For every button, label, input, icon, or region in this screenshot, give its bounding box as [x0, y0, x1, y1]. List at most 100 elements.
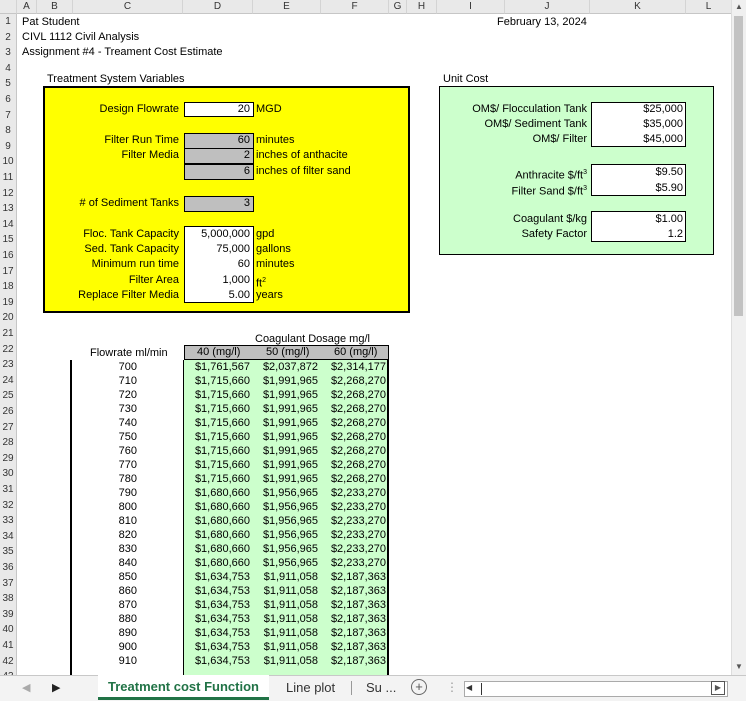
row-header[interactable]: 34 — [0, 528, 17, 545]
cost-60-cell[interactable]: $2,268,270 — [320, 444, 386, 458]
prev-sheet-icon[interactable]: ◀ — [22, 681, 30, 694]
row-header[interactable]: 16 — [0, 248, 17, 264]
cost-40-cell[interactable]: $1,680,660 — [184, 514, 250, 528]
row-header[interactable]: 33 — [0, 513, 17, 529]
cost-60-cell[interactable]: $2,314,177 — [320, 360, 386, 374]
row-header[interactable]: 40 — [0, 622, 17, 638]
row-header[interactable]: 37 — [0, 575, 17, 592]
flowrate-cell[interactable]: 870 — [72, 598, 137, 612]
row-header[interactable]: 18 — [0, 279, 17, 295]
scroll-left-icon[interactable]: ◀ — [466, 683, 472, 692]
row-header[interactable]: 21 — [0, 326, 17, 342]
col-header-k[interactable]: K — [590, 0, 686, 14]
floc-capacity-value[interactable]: 5,000,000 — [184, 227, 250, 242]
cost-60-cell[interactable]: $2,268,270 — [320, 388, 386, 402]
row-header[interactable]: 41 — [0, 638, 17, 654]
flowrate-cell[interactable]: 910 — [72, 654, 137, 668]
cost-60-cell[interactable]: $2,187,363 — [320, 584, 386, 598]
row-header[interactable]: 1 — [0, 14, 17, 30]
cost-50-cell[interactable]: $1,991,965 — [252, 430, 318, 444]
col-header-h[interactable]: H — [407, 0, 437, 14]
flowrate-cell[interactable]: 730 — [72, 402, 137, 416]
cost-50-cell[interactable]: $1,956,965 — [252, 542, 318, 556]
replace-media-value[interactable]: 5.00 — [184, 288, 250, 303]
cost-40-cell[interactable]: $1,715,660 — [184, 472, 250, 486]
select-all-corner[interactable] — [0, 0, 17, 14]
cost-50-cell[interactable]: $1,911,058 — [252, 654, 318, 668]
cost-60-cell[interactable]: $2,268,270 — [320, 402, 386, 416]
scroll-up-icon[interactable]: ▲ — [735, 2, 743, 11]
flowrate-cell[interactable]: 700 — [72, 360, 137, 374]
row-header[interactable]: 4 — [0, 60, 17, 77]
col-header-c[interactable]: C — [73, 0, 183, 14]
cost-40-cell[interactable]: $1,715,660 — [184, 430, 250, 444]
row-header[interactable]: 19 — [0, 294, 17, 311]
row-header[interactable]: 15 — [0, 232, 17, 248]
cost-40-cell[interactable]: $1,715,660 — [184, 402, 250, 416]
col-header-g[interactable]: G — [389, 0, 407, 14]
tab-treatment-cost-function[interactable]: Treatment cost Function — [98, 675, 269, 700]
cost-60-cell[interactable]: $2,268,270 — [320, 472, 386, 486]
row-header[interactable]: 14 — [0, 216, 17, 233]
row-header[interactable]: 23 — [0, 357, 17, 373]
sand-depth-value[interactable]: 6 — [184, 164, 254, 180]
flowrate-cell[interactable]: 720 — [72, 388, 137, 402]
flowrate-cell[interactable]: 850 — [72, 570, 137, 584]
om-floc-value[interactable]: $25,000 — [591, 102, 683, 117]
row-header[interactable]: 42 — [0, 653, 17, 670]
cost-60-cell[interactable]: $2,187,363 — [320, 640, 386, 654]
flowrate-cell[interactable]: 770 — [72, 458, 137, 472]
cost-40-cell[interactable]: $1,634,753 — [184, 570, 250, 584]
row-header[interactable]: 12 — [0, 185, 17, 202]
scroll-down-icon[interactable]: ▼ — [735, 662, 743, 671]
sand-cost-value[interactable]: $5.90 — [591, 181, 683, 196]
cost-60-cell[interactable]: $2,233,270 — [320, 542, 386, 556]
row-header[interactable]: 2 — [0, 29, 17, 46]
tab-line-plot[interactable]: Line plot — [276, 676, 345, 700]
row-header[interactable]: 35 — [0, 544, 17, 560]
tab-third-sheet[interactable]: Su ... — [356, 676, 406, 700]
row-header[interactable]: 9 — [0, 138, 17, 155]
cost-50-cell[interactable]: $1,991,965 — [252, 374, 318, 388]
col-header-f[interactable]: F — [321, 0, 389, 14]
row-header[interactable]: 24 — [0, 372, 17, 389]
cost-60-cell[interactable]: $2,187,363 — [320, 654, 386, 668]
flowrate-cell[interactable]: 800 — [72, 500, 137, 514]
flowrate-cell[interactable]: 710 — [72, 374, 137, 388]
row-header[interactable]: 3 — [0, 45, 17, 61]
cost-60-cell[interactable]: $2,233,270 — [320, 500, 386, 514]
cost-50-cell[interactable]: $1,991,965 — [252, 458, 318, 472]
om-sed-value[interactable]: $35,000 — [591, 117, 683, 132]
cost-40-cell[interactable]: $1,634,753 — [184, 640, 250, 654]
cost-50-cell[interactable]: $1,911,058 — [252, 598, 318, 612]
cost-50-cell[interactable]: $1,991,965 — [252, 402, 318, 416]
cost-40-cell[interactable]: $1,715,660 — [184, 374, 250, 388]
cost-50-cell[interactable]: $1,956,965 — [252, 486, 318, 500]
row-header[interactable]: 20 — [0, 310, 17, 326]
cost-40-cell[interactable]: $1,634,753 — [184, 612, 250, 626]
row-header[interactable]: 38 — [0, 591, 17, 607]
col-header-e[interactable]: E — [253, 0, 321, 14]
cost-40-cell[interactable]: $1,680,660 — [184, 500, 250, 514]
flowrate-cell[interactable]: 880 — [72, 612, 137, 626]
cost-40-cell[interactable]: $1,680,660 — [184, 486, 250, 500]
cost-60-cell[interactable]: $2,268,270 — [320, 458, 386, 472]
sed-capacity-value[interactable]: 75,000 — [184, 242, 250, 257]
cost-60-cell[interactable]: $2,187,363 — [320, 570, 386, 584]
cost-40-cell[interactable]: $1,634,753 — [184, 598, 250, 612]
row-header[interactable]: 17 — [0, 263, 17, 280]
cost-40-cell[interactable]: $1,715,660 — [184, 444, 250, 458]
horizontal-scrollbar[interactable]: ◀ — [464, 681, 728, 697]
scroll-right-icon[interactable]: ▶ — [711, 681, 725, 695]
row-header[interactable]: 30 — [0, 466, 17, 482]
flowrate-cell[interactable]: 790 — [72, 486, 137, 500]
cost-60-cell[interactable]: $2,187,363 — [320, 612, 386, 626]
coagulant-cost-value[interactable]: $1.00 — [591, 212, 683, 227]
vertical-scrollbar[interactable]: ▲ ▼ — [731, 0, 746, 676]
flowrate-cell[interactable]: 820 — [72, 528, 137, 542]
cost-40-cell[interactable]: $1,680,660 — [184, 528, 250, 542]
cost-50-cell[interactable]: $1,911,058 — [252, 640, 318, 654]
filter-area-value[interactable]: 1,000 — [184, 273, 250, 288]
cost-50-cell[interactable]: $1,991,965 — [252, 388, 318, 402]
next-sheet-icon[interactable]: ▶ — [52, 681, 60, 694]
